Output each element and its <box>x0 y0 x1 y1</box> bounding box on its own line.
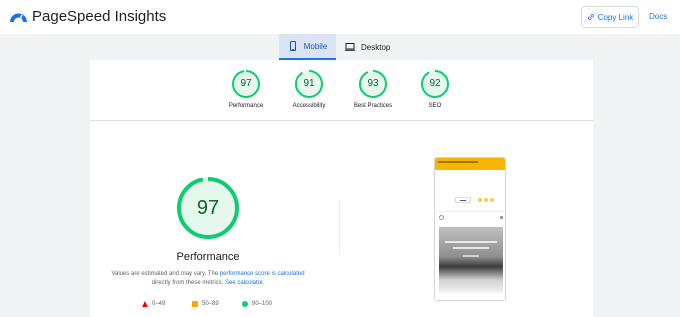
tab-desktop[interactable]: Desktop <box>345 34 401 60</box>
performance-note: Values are estimated and may vary. The p… <box>90 270 326 288</box>
mobile-icon <box>289 41 296 51</box>
note-prefix: Values are estimated and may vary. The <box>111 271 220 277</box>
vertical-divider <box>339 200 340 255</box>
link-icon <box>587 14 594 20</box>
top-bar: PageSpeed Insights Copy Link Docs <box>0 0 680 34</box>
thumbnail-banner <box>435 158 505 170</box>
square-icon <box>192 301 198 307</box>
seo-score: 92 <box>429 78 441 89</box>
see-calculator-link[interactable]: See calculator. <box>225 280 264 286</box>
legend-label-fail: 0–49 <box>152 301 166 307</box>
triangle-icon <box>142 301 148 307</box>
thumbnail-dots <box>478 198 494 202</box>
thumbnail-hero-image <box>439 227 503 293</box>
legend-item-pass: 90–100 <box>242 301 272 307</box>
legend-label-average: 50–89 <box>202 301 219 307</box>
thumbnail-search-row <box>439 215 503 220</box>
accessibility-score: 91 <box>303 78 315 89</box>
thumbnail-separator <box>435 211 505 212</box>
legend-item-fail: 0–49 <box>142 301 165 307</box>
tab-desktop-label: Desktop <box>361 42 391 52</box>
tab-mobile-label: Mobile <box>303 41 328 51</box>
legend-label-pass: 90–100 <box>252 301 273 307</box>
device-tabs: Mobile Desktop <box>0 34 680 60</box>
performance-gauge-large: 97 <box>176 176 240 240</box>
tab-mobile[interactable]: Mobile <box>279 34 336 60</box>
note-middle: directly from these metrics. <box>151 280 225 286</box>
page-screenshot-thumbnail <box>434 157 506 301</box>
score-calculated-link[interactable]: performance score is calculated <box>220 271 305 277</box>
thumbnail-box <box>455 197 471 203</box>
section-divider <box>90 120 593 121</box>
report-card: 97 Performance 91 Accessibility 93 Best … <box>90 60 593 317</box>
circle-icon <box>242 301 248 307</box>
gauge-seo[interactable]: 92 <box>420 69 450 99</box>
desktop-icon <box>345 43 355 51</box>
legend-item-average: 50–89 <box>192 301 219 307</box>
copy-link-button[interactable]: Copy Link <box>581 6 639 28</box>
gauge-best-practices[interactable]: 93 <box>358 69 388 99</box>
gauge-performance[interactable]: 97 <box>231 69 261 99</box>
performance-score-large: 97 <box>196 197 220 219</box>
gauge-accessibility[interactable]: 91 <box>294 69 324 99</box>
pagespeed-logo-icon[interactable] <box>9 9 28 23</box>
best-practices-score: 93 <box>367 78 379 89</box>
docs-link[interactable]: Docs <box>649 12 667 21</box>
app-title[interactable]: PageSpeed Insights <box>32 8 166 25</box>
performance-score: 97 <box>240 78 252 89</box>
copy-link-label: Copy Link <box>597 12 634 22</box>
performance-heading: Performance <box>176 251 240 263</box>
seo-label[interactable]: SEO <box>395 103 475 109</box>
